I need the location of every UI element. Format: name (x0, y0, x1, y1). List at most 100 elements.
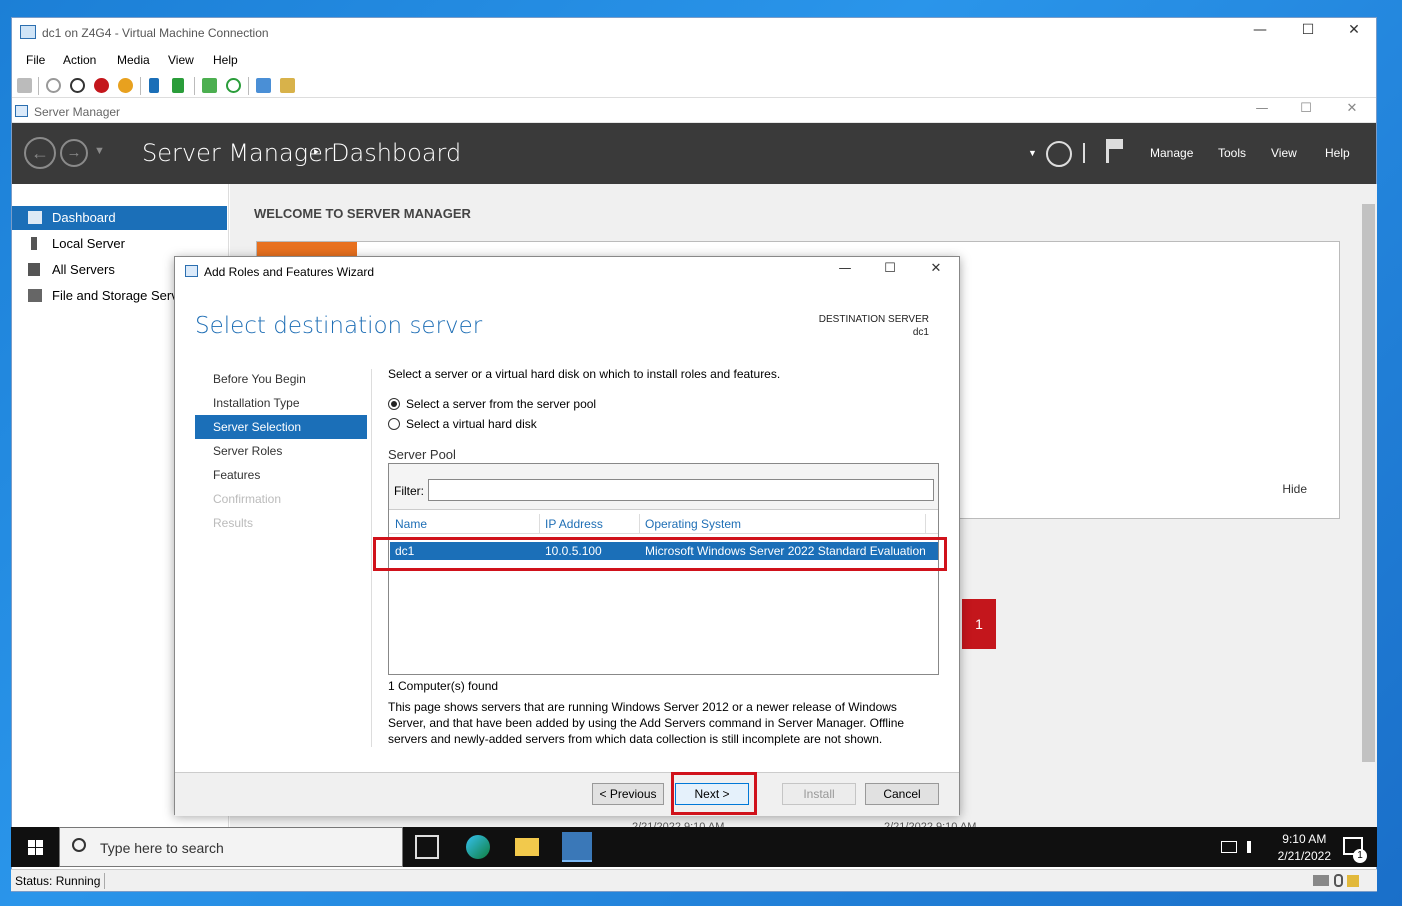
sm-minimize-button[interactable]: — (1242, 101, 1282, 116)
turn-off-icon[interactable] (70, 78, 85, 93)
filter-bar: Filter: (389, 464, 938, 510)
add-roles-wizard-dialog: Add Roles and Features Wizard — ☐ ✕ Sele… (174, 256, 960, 816)
hide-link[interactable]: Hide (1282, 482, 1307, 496)
radio-virtual-hard-disk[interactable]: Select a virtual hard disk (388, 417, 537, 431)
forward-arrow-icon[interactable]: → (60, 139, 88, 167)
start-icon[interactable] (46, 78, 61, 93)
pause-icon[interactable] (149, 78, 159, 93)
radio-server-pool[interactable]: Select a server from the server pool (388, 397, 596, 411)
breadcrumb-separator: ‣ (312, 145, 321, 161)
vm-status: Status: Running (15, 874, 101, 888)
wizard-close-button[interactable]: ✕ (916, 261, 956, 276)
server-icon (31, 237, 37, 250)
wizard-title: Add Roles and Features Wizard (204, 265, 375, 279)
breadcrumb-page: Dashboard (331, 139, 462, 167)
enhanced-session-icon[interactable] (256, 78, 271, 93)
menu-tools[interactable]: Tools (1218, 146, 1246, 160)
column-ip-address[interactable]: IP Address (545, 517, 603, 531)
network-icon[interactable] (1221, 841, 1237, 853)
destination-server-info: DESTINATION SERVER dc1 (819, 313, 929, 339)
server-manager-title-bar: Server Manager — ☐ ✕ (12, 101, 1376, 123)
task-view-icon[interactable] (415, 835, 439, 859)
vm-menu-help[interactable]: Help (213, 53, 238, 67)
refresh-icon[interactable] (1046, 141, 1072, 167)
column-name[interactable]: Name (395, 517, 427, 531)
server-pool-note: This page shows servers that are running… (388, 700, 905, 746)
vm-menu-file[interactable]: File (26, 53, 45, 67)
column-operating-system[interactable]: Operating System (645, 517, 741, 531)
wizard-heading: Select destination server (195, 313, 483, 339)
resume-icon[interactable] (172, 78, 184, 93)
vm-close-button[interactable]: ✕ (1334, 22, 1374, 38)
server-pool-label: Server Pool (388, 447, 456, 462)
volume-muted-icon[interactable] (1247, 841, 1259, 853)
vm-menu-view[interactable]: View (168, 53, 194, 67)
step-features[interactable]: Features (195, 463, 367, 487)
step-installation-type[interactable]: Installation Type (195, 391, 367, 415)
wizard-minimize-button[interactable]: — (825, 261, 865, 276)
sidebar-item-local-server[interactable]: Local Server (12, 232, 227, 256)
vm-maximize-button[interactable]: ☐ (1288, 22, 1328, 38)
taskbar-search[interactable]: Type here to search (59, 827, 403, 867)
role-tile-count[interactable]: 1 (962, 599, 996, 649)
vm-title: dc1 on Z4G4 - Virtual Machine Connection (42, 26, 269, 40)
filter-input[interactable] (428, 479, 934, 501)
wizard-footer: < Previous Next > Install Cancel (175, 772, 959, 816)
vm-title-bar: dc1 on Z4G4 - Virtual Machine Connection… (12, 18, 1376, 48)
file-explorer-icon[interactable] (515, 838, 539, 856)
start-button[interactable] (11, 827, 59, 867)
wizard-icon (185, 265, 198, 277)
breadcrumb-root: Server Manager (142, 139, 333, 167)
refresh-dropdown-icon[interactable]: ▼ (1028, 148, 1037, 158)
save-state-icon[interactable] (118, 78, 133, 93)
taskbar: Type here to search 9:10 AM 2/21/2022 1 (11, 827, 1377, 867)
step-server-roles[interactable]: Server Roles (195, 439, 367, 463)
lock-icon (1347, 875, 1359, 887)
notification-badge: 1 (1353, 849, 1367, 863)
back-arrow-icon[interactable]: ← (24, 137, 56, 169)
sm-restore-button[interactable]: ☐ (1286, 101, 1326, 116)
wizard-intro: Select a server or a virtual hard disk o… (388, 367, 781, 381)
sidebar-item-dashboard[interactable]: Dashboard (12, 206, 227, 230)
highlight-server-row (373, 537, 947, 571)
vm-toolbar (12, 74, 1376, 98)
checkpoint-icon[interactable] (202, 78, 217, 93)
destination-label: DESTINATION SERVER (818, 314, 929, 325)
menu-view[interactable]: View (1271, 146, 1297, 160)
cancel-button[interactable]: Cancel (865, 783, 939, 805)
history-dropdown-icon[interactable]: ▼ (94, 145, 105, 157)
vm-status-bar: Status: Running (11, 869, 1377, 891)
vm-monitor-icon (20, 25, 36, 39)
wizard-maximize-button[interactable]: ☐ (870, 261, 910, 276)
step-before-you-begin[interactable]: Before You Begin (195, 367, 367, 391)
step-server-selection[interactable]: Server Selection (195, 415, 367, 439)
clock-time: 9:10 AM (1282, 832, 1327, 846)
menu-help[interactable]: Help (1325, 146, 1350, 160)
filter-label: Filter: (394, 484, 424, 498)
vm-menu-media[interactable]: Media (117, 53, 150, 67)
menu-manage[interactable]: Manage (1150, 146, 1193, 160)
wizard-title-bar: Add Roles and Features Wizard — ☐ ✕ (175, 257, 959, 285)
vm-minimize-button[interactable]: — (1240, 22, 1280, 38)
revert-icon[interactable] (226, 78, 241, 93)
taskbar-clock[interactable]: 9:10 AM 2/21/2022 (1278, 831, 1331, 865)
server-manager-taskbar-icon[interactable] (562, 832, 592, 862)
scrollbar-thumb[interactable] (1362, 204, 1375, 762)
step-results: Results (213, 516, 254, 530)
dashboard-scrollbar[interactable] (1360, 184, 1377, 834)
table-header: Name IP Address Operating System (389, 514, 938, 534)
dashboard-grid-icon (28, 211, 42, 224)
ctrl-alt-del-icon[interactable] (17, 78, 32, 93)
shutdown-icon[interactable] (94, 78, 109, 93)
welcome-heading: WELCOME TO SERVER MANAGER (254, 206, 471, 221)
edge-icon[interactable] (466, 835, 490, 859)
server-manager-window-title: Server Manager (34, 105, 121, 119)
vm-menu-action[interactable]: Action (63, 53, 96, 67)
sm-close-button[interactable]: ✕ (1332, 101, 1372, 116)
destination-value: dc1 (912, 327, 929, 338)
share-icon[interactable] (280, 78, 295, 93)
previous-button[interactable]: < Previous (592, 783, 664, 805)
mouse-icon (1334, 874, 1343, 887)
radio-selected-icon[interactable] (388, 398, 400, 410)
radio-unselected-icon[interactable] (388, 418, 400, 430)
